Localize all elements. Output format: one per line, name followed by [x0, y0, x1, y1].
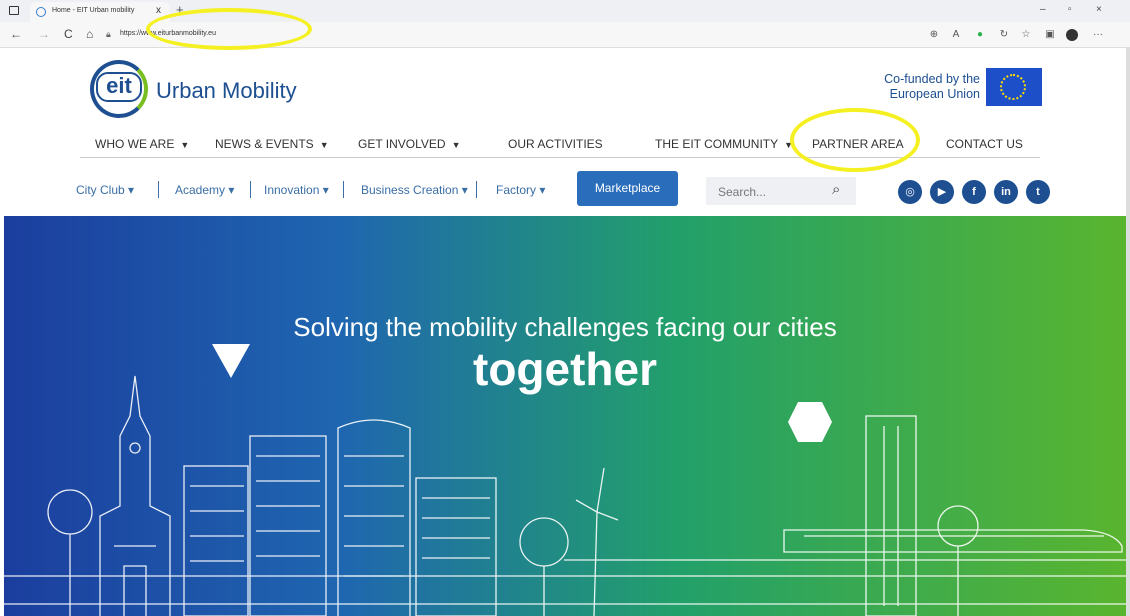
zoom-icon[interactable]: ⊕	[928, 29, 940, 41]
hero-banner: Solving the mobility challenges facing o…	[4, 216, 1126, 616]
twitter-icon[interactable]: t	[1026, 180, 1050, 204]
nav-contact-us[interactable]: CONTACT US	[946, 137, 1023, 151]
subnav-city-club[interactable]: City Club ▾	[76, 183, 134, 197]
logo-mark: eit	[96, 72, 142, 102]
main-navigation: WHO WE ARE ▼ NEWS & EVENTS ▼ GET INVOLVED ▼…	[80, 130, 1040, 158]
chevron-down-icon: ▼	[451, 140, 461, 150]
extension-icon[interactable]: ●	[974, 29, 986, 41]
nav-label: OUR ACTIVITIES	[508, 137, 603, 151]
chevron-down-icon: ▼	[180, 140, 190, 150]
marketplace-button[interactable]: Marketplace	[577, 171, 678, 206]
tab-close-icon[interactable]: x	[156, 5, 161, 16]
hero-subtitle: Solving the mobility challenges facing o…	[293, 312, 837, 342]
read-aloud-icon[interactable]: A	[950, 29, 962, 41]
nav-label: THE EIT COMMUNITY	[655, 137, 779, 151]
nav-news-events[interactable]: NEWS & EVENTS ▼	[215, 137, 329, 151]
hero-title: together	[473, 343, 657, 395]
reload-button[interactable]: C	[64, 27, 73, 41]
youtube-icon[interactable]: ▶	[930, 180, 954, 204]
search-icon[interactable]: ⌕	[832, 181, 840, 198]
tab-favicon-icon	[36, 7, 46, 17]
profile-avatar[interactable]	[1066, 29, 1078, 41]
nav-label: PARTNER AREA	[812, 137, 904, 151]
subnav-divider	[158, 181, 159, 198]
browser-tab[interactable]: Home - EIT Urban mobility x	[30, 2, 170, 22]
address-bar: ← → C ⌂ 🔒︎ https://www.eiturbanmobility.…	[0, 22, 1130, 48]
subnav-academy[interactable]: Academy ▾	[175, 183, 234, 197]
search-box[interactable]: Search... ⌕	[706, 177, 856, 205]
subnav-factory[interactable]: Factory ▾	[496, 183, 545, 197]
browser-tab-bar: Home - EIT Urban mobility x + – ▫ ×	[0, 0, 1130, 22]
linkedin-icon[interactable]: in	[994, 180, 1018, 204]
url-field[interactable]: https://www.eiturbanmobility.eu	[120, 30, 216, 37]
facebook-icon[interactable]: f	[962, 180, 986, 204]
close-window-button[interactable]: ×	[1096, 4, 1102, 15]
subnav-divider	[343, 181, 344, 198]
nav-our-activities[interactable]: OUR ACTIVITIES	[508, 137, 603, 151]
cofunded-text: Co-funded by the European Union	[870, 72, 980, 102]
city-skyline-illustration	[4, 344, 1126, 616]
more-menu-icon[interactable]: ···	[1092, 29, 1104, 41]
page-scrollbar[interactable]	[1126, 48, 1130, 616]
nav-label: NEWS & EVENTS	[215, 137, 314, 151]
restore-button[interactable]: ▫	[1068, 4, 1072, 15]
nav-who-we-are[interactable]: WHO WE ARE ▼	[95, 137, 189, 151]
cofunded-line-2: European Union	[889, 87, 980, 101]
nav-label: CONTACT US	[946, 137, 1023, 151]
hexagon-decoration-icon	[788, 402, 832, 442]
subnav-business-creation[interactable]: Business Creation ▾	[361, 183, 468, 197]
nav-label: GET INVOLVED	[358, 137, 446, 151]
subnav-divider	[250, 181, 251, 198]
subnav-innovation[interactable]: Innovation ▾	[264, 183, 329, 197]
refresh-extension-icon[interactable]: ↻	[998, 29, 1010, 41]
nav-label: WHO WE ARE	[95, 137, 175, 151]
chevron-down-icon: ▼	[319, 140, 329, 150]
logo-text: Urban Mobility	[156, 78, 297, 103]
chevron-down-icon: ▼	[784, 140, 794, 150]
nav-partner-area[interactable]: PARTNER AREA	[812, 137, 904, 151]
new-tab-button[interactable]: +	[176, 2, 184, 17]
favorites-icon[interactable]: ☆	[1020, 29, 1032, 41]
nav-get-involved[interactable]: GET INVOLVED ▼	[358, 137, 461, 151]
site-logo[interactable]: eit Urban Mobility	[90, 60, 330, 120]
home-button[interactable]: ⌂	[86, 27, 93, 41]
nav-eit-community[interactable]: THE EIT COMMUNITY ▼	[655, 137, 793, 151]
eu-stars-icon	[1000, 74, 1026, 100]
minimize-button[interactable]: –	[1040, 4, 1046, 15]
collections-icon[interactable]: ▣	[1044, 29, 1056, 41]
search-input[interactable]: Search...	[718, 185, 766, 199]
cofunded-line-1: Co-funded by the	[884, 72, 980, 86]
tab-title: Home - EIT Urban mobility	[52, 7, 135, 14]
window-menu-icon[interactable]	[9, 6, 19, 15]
back-button[interactable]: ←	[10, 27, 22, 41]
subnav-divider	[476, 181, 477, 198]
eu-flag-icon	[986, 68, 1042, 106]
forward-button[interactable]: →	[38, 27, 50, 41]
lock-icon[interactable]: 🔒︎	[106, 29, 111, 40]
instagram-icon[interactable]: ◎	[898, 180, 922, 204]
